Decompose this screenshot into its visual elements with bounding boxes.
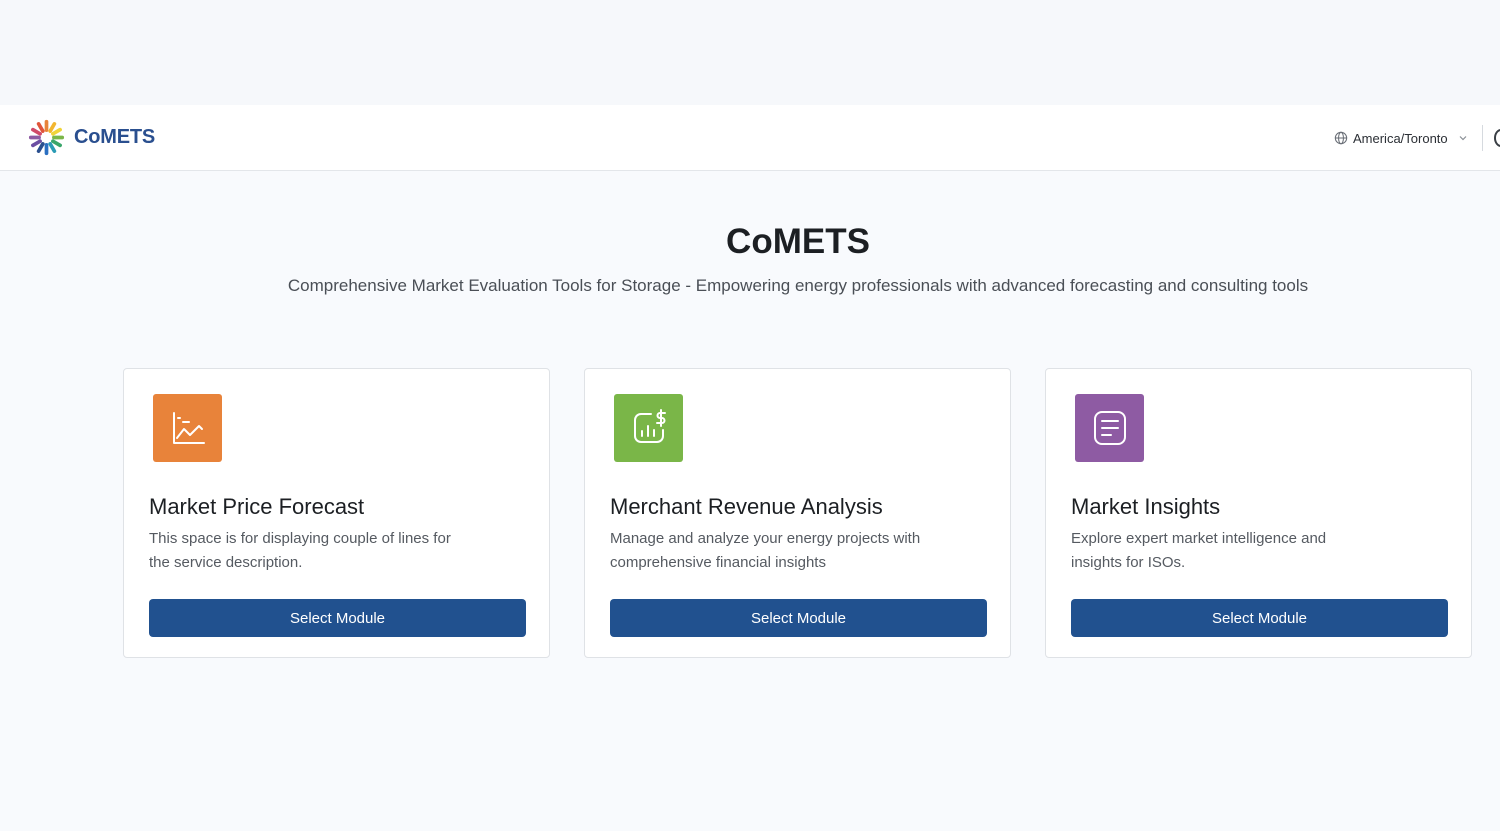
revenue-chart-icon <box>633 409 666 443</box>
timezone-label: America/Toronto <box>1353 130 1448 146</box>
module-icon-tile <box>1075 394 1144 462</box>
module-title: Merchant Revenue Analysis <box>610 494 883 519</box>
page-subtitle: Comprehensive Market Evaluation Tools fo… <box>287 276 1309 295</box>
module-card-market-insights: Market Insights Explore expert market in… <box>1045 368 1472 658</box>
brand-logo[interactable]: CoMETS <box>28 118 155 156</box>
module-icon-tile <box>153 394 222 462</box>
module-description: Explore expert market intelligence and i… <box>1071 530 1327 571</box>
module-card-merchant-revenue-analysis: Merchant Revenue Analysis Manage and ana… <box>584 368 1011 658</box>
module-title: Market Insights <box>1071 494 1221 519</box>
module-description: This space is for displaying couple of l… <box>149 530 451 571</box>
module-description: Manage and analyze your energy projects … <box>610 530 921 571</box>
document-icon <box>1093 411 1126 445</box>
line-chart-icon <box>172 412 205 444</box>
comets-logo-icon <box>28 119 65 155</box>
chevron-down-icon <box>1459 136 1467 141</box>
select-module-button[interactable]: Select Module <box>149 599 526 637</box>
select-module-button[interactable]: Select Module <box>610 599 987 637</box>
user-menu-icon[interactable] <box>1494 129 1500 147</box>
module-card-market-price-forecast: Market Price Forecast This space is for … <box>123 368 550 658</box>
brand-name: CoMETS <box>74 125 156 148</box>
module-title: Market Price Forecast <box>149 494 365 519</box>
header-divider <box>1482 125 1483 151</box>
top-spacer <box>0 0 1500 105</box>
globe-icon <box>1334 131 1348 145</box>
select-module-button[interactable]: Select Module <box>1071 599 1448 637</box>
timezone-selector[interactable]: America/Toronto <box>1334 127 1468 149</box>
app-header: CoMETS America/Toronto <box>0 105 1500 171</box>
module-icon-tile <box>614 394 683 462</box>
page-title: CoMETS <box>726 222 870 261</box>
